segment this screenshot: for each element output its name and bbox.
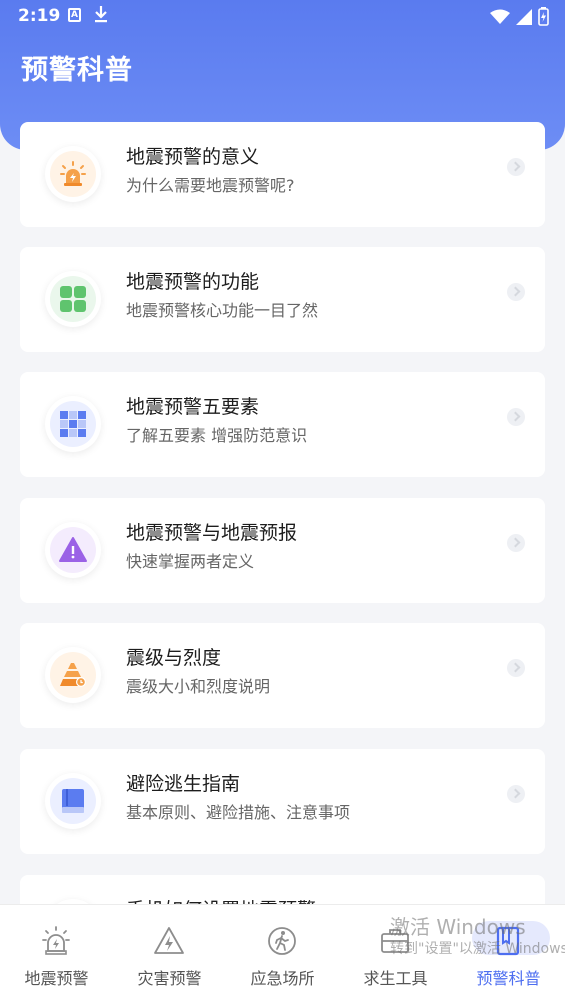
signal-icon [516, 8, 532, 29]
wifi-icon [490, 9, 510, 29]
chevron-right-icon [507, 659, 525, 677]
status-bar: 2:19 A [0, 0, 565, 32]
bottom-tab-bar: 地震预警 灾害预警 应急场所 求生工具 预警科普 激活 Windows 转到"设… [0, 904, 565, 1004]
status-time: 2:19 [18, 6, 61, 26]
siren-tab-icon [38, 923, 74, 959]
download-icon [94, 5, 108, 27]
card-title: 避险逃生指南 [126, 773, 241, 795]
card-title: 手机如何设置地震预警 [126, 895, 316, 904]
card-title: 地震预警的意义 [126, 146, 260, 168]
card-title: 地震预警的功能 [126, 271, 260, 293]
card-icon-wrap [45, 647, 101, 703]
card-icon-wrap [45, 522, 101, 578]
chevron-right-icon [507, 785, 525, 803]
card-icon-wrap [45, 396, 101, 452]
card-escape-guide[interactable]: 避险逃生指南 基本原则、避险措施、注意事项 [20, 749, 545, 854]
tab-label: 预警科普 [476, 969, 541, 988]
walking-person-icon [264, 923, 300, 959]
card-phone-settings[interactable]: 手机如何设置地震预警 [20, 875, 545, 904]
card-icon-wrap [45, 773, 101, 829]
pyramid-scale-icon [50, 652, 96, 698]
card-subtitle: 了解五要素 增强防范意识 [126, 426, 308, 445]
tab-label: 求生工具 [363, 969, 428, 988]
chevron-right-icon [507, 158, 525, 176]
card-functions[interactable]: 地震预警的功能 地震预警核心功能一目了然 [20, 247, 545, 352]
tab-label: 地震预警 [24, 969, 89, 988]
chevron-right-icon [507, 534, 525, 552]
card-warning-vs-forecast[interactable]: 地震预警与地震预报 快速掌握两者定义 [20, 498, 545, 603]
card-title: 震级与烈度 [126, 647, 222, 669]
warning-triangle-icon [50, 527, 96, 573]
card-subtitle: 震级大小和烈度说明 [126, 677, 271, 696]
card-title: 地震预警五要素 [126, 396, 260, 418]
tab-earthquake-warning[interactable]: 地震预警 [0, 905, 113, 1004]
book-icon [50, 778, 96, 824]
card-five-elements[interactable]: 地震预警五要素 了解五要素 增强防范意识 [20, 372, 545, 477]
tab-emergency-shelter[interactable]: 应急场所 [226, 905, 339, 1004]
activation-watermark-title: 激活 Windows [390, 915, 526, 939]
chevron-right-icon [507, 408, 525, 426]
card-subtitle: 地震预警核心功能一目了然 [126, 301, 319, 320]
tab-label: 灾害预警 [137, 969, 202, 988]
battery-icon [538, 7, 549, 30]
card-icon-wrap [45, 271, 101, 327]
card-significance[interactable]: 地震预警的意义 为什么需要地震预警呢? [20, 122, 545, 227]
alarm-siren-icon [50, 151, 96, 197]
card-magnitude-intensity[interactable]: 震级与烈度 震级大小和烈度说明 [20, 623, 545, 728]
tab-label: 应急场所 [250, 969, 315, 988]
card-title: 地震预警与地震预报 [126, 522, 298, 544]
article-list[interactable]: 地震预警的意义 为什么需要地震预警呢? 地震预警的功能 地震预警核心功能一目了然… [20, 122, 545, 904]
checker-pattern-icon [50, 401, 96, 447]
tab-disaster-warning[interactable]: 灾害预警 [113, 905, 226, 1004]
page-title: 预警科普 [21, 55, 133, 86]
card-subtitle: 基本原则、避险措施、注意事项 [126, 803, 351, 822]
notification-a-icon: A [68, 8, 81, 22]
lightning-triangle-icon [151, 923, 187, 959]
status-indicators [490, 7, 549, 30]
card-subtitle: 为什么需要地震预警呢? [126, 176, 295, 195]
card-icon-wrap [45, 146, 101, 202]
card-subtitle: 快速掌握两者定义 [126, 552, 255, 571]
grid-function-icon [50, 276, 96, 322]
chevron-right-icon [507, 283, 525, 301]
activation-watermark-subtitle: 转到"设置"以激活 Windows。 [390, 941, 565, 957]
